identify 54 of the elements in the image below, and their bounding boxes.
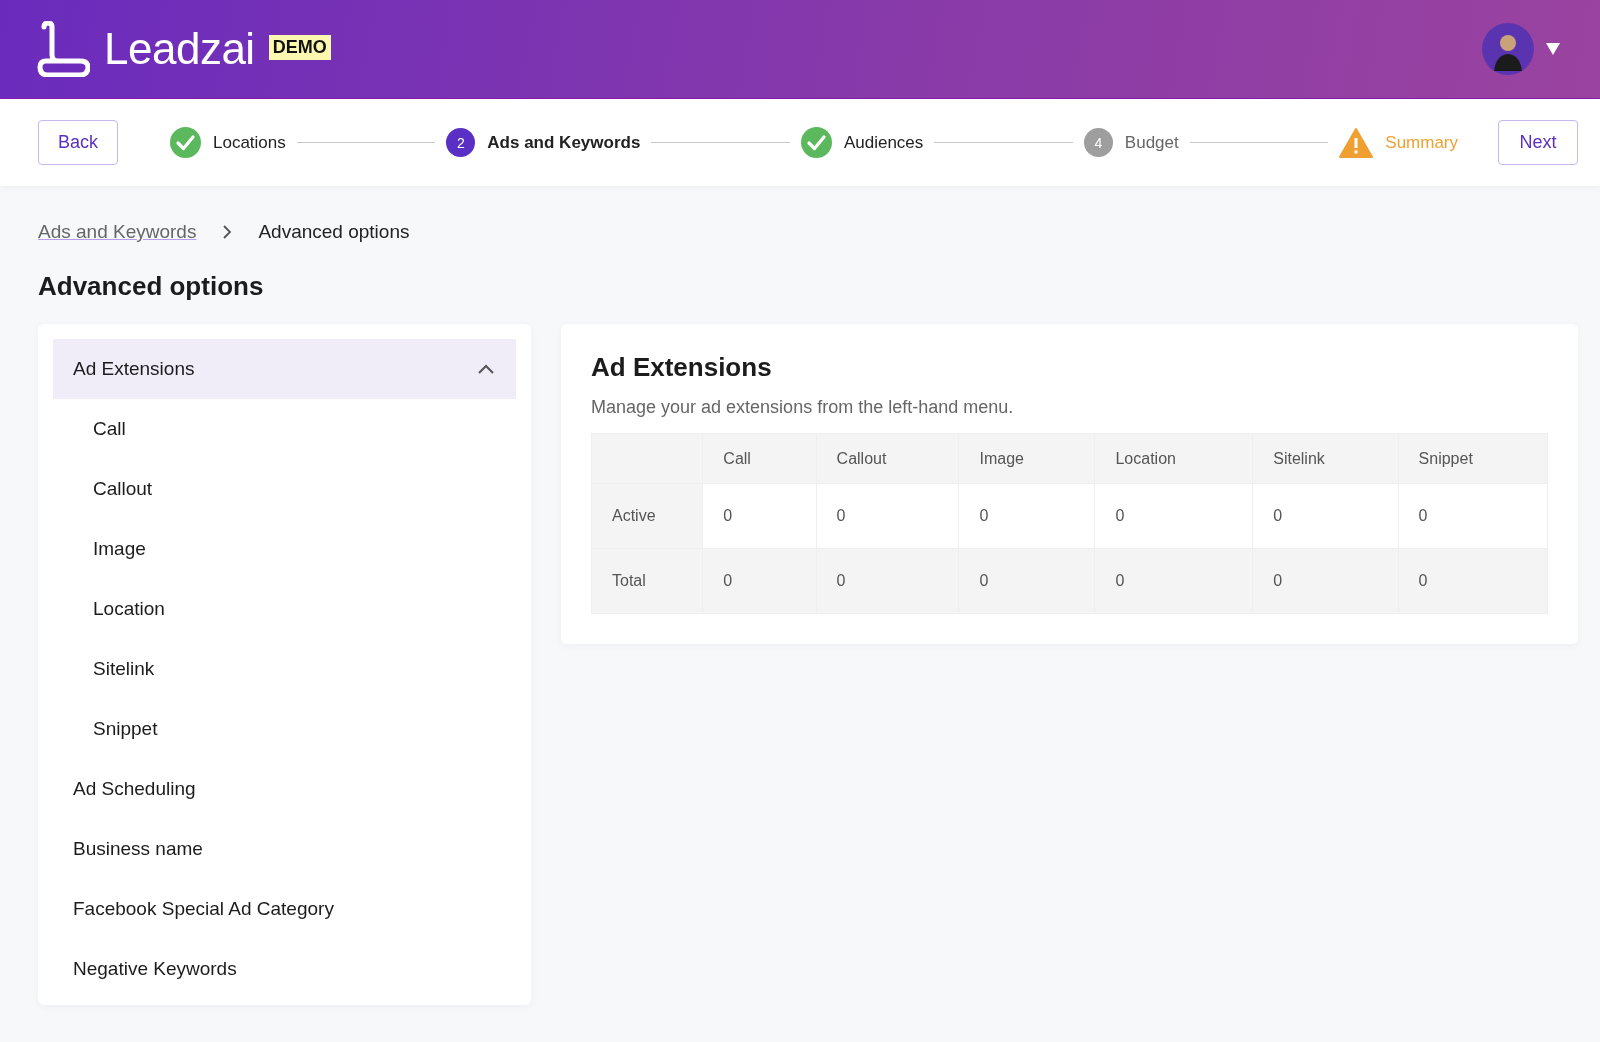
column-header: Callout bbox=[816, 433, 959, 484]
table-cell: 0 bbox=[1094, 548, 1253, 614]
back-button[interactable]: Back bbox=[38, 120, 118, 165]
column-header: Image bbox=[958, 433, 1095, 484]
chevron-icon bbox=[478, 364, 494, 374]
breadcrumb-link[interactable]: Ads and Keywords bbox=[38, 221, 197, 243]
warning-icon bbox=[1339, 127, 1374, 158]
chevron-right-icon bbox=[222, 225, 233, 239]
sidebar-subitem[interactable]: Call bbox=[53, 399, 516, 459]
wizard-step[interactable]: Audiences bbox=[800, 127, 924, 158]
column-header: Call bbox=[702, 433, 817, 484]
avatar-icon[interactable] bbox=[1482, 23, 1534, 75]
wizard-step[interactable]: 4 Budget bbox=[1083, 128, 1179, 157]
page-title: Advanced options bbox=[38, 271, 265, 302]
table-cell: 0 bbox=[1252, 483, 1399, 549]
table-cell: 0 bbox=[1398, 548, 1548, 614]
table-cell: 0 bbox=[1252, 548, 1399, 614]
column-header: Location bbox=[1094, 433, 1253, 484]
sidebar-subitem[interactable]: Callout bbox=[53, 459, 516, 519]
check-circle-icon bbox=[170, 127, 201, 158]
row-header: Total bbox=[591, 548, 703, 614]
wizard-step[interactable]: 2 Ads and Keywords bbox=[446, 128, 641, 157]
logo-text: Leadzai bbox=[104, 24, 255, 74]
step-number: 2 bbox=[446, 128, 476, 157]
sidebar-item[interactable]: Ad Scheduling bbox=[53, 759, 516, 819]
sidebar-item[interactable]: Facebook Special Ad Category bbox=[53, 879, 516, 939]
logo-icon bbox=[36, 21, 90, 77]
sidebar-item[interactable]: Ad Extensions bbox=[53, 339, 516, 399]
step-number: 4 bbox=[1083, 128, 1113, 157]
row-header: Active bbox=[591, 483, 703, 549]
table-cell: 0 bbox=[702, 483, 817, 549]
card-description: Manage your ad extensions from the left-hand menu. bbox=[591, 397, 1015, 418]
demo-badge: DEMO bbox=[268, 34, 331, 60]
next-button[interactable]: Next bbox=[1498, 120, 1578, 165]
dropdown-caret-icon[interactable] bbox=[1546, 43, 1560, 55]
column-header: Snippet bbox=[1398, 433, 1548, 484]
wizard-step[interactable]: Locations bbox=[170, 127, 286, 158]
column-header: Sitelink bbox=[1252, 433, 1399, 484]
sidebar-subitem[interactable]: Image bbox=[53, 519, 516, 579]
sidebar-item[interactable]: Negative Keywords bbox=[53, 939, 516, 999]
table-cell: 0 bbox=[702, 548, 817, 614]
sidebar-subitem[interactable]: Sitelink bbox=[53, 639, 516, 699]
check-circle-icon bbox=[800, 127, 832, 158]
breadcrumb-current: Advanced options bbox=[258, 221, 410, 243]
sidebar-item[interactable]: Business name bbox=[53, 819, 516, 879]
card-title: Ad Extensions bbox=[591, 352, 773, 383]
table-cell: 0 bbox=[958, 483, 1095, 549]
sidebar-subitem[interactable]: Snippet bbox=[53, 699, 516, 759]
table-cell: 0 bbox=[816, 548, 959, 614]
table-cell: 0 bbox=[816, 483, 959, 549]
table-cell: 0 bbox=[958, 548, 1095, 614]
table-cell: 0 bbox=[1094, 483, 1253, 549]
table-cell: 0 bbox=[1398, 483, 1548, 549]
sidebar-subitem[interactable]: Location bbox=[53, 579, 516, 639]
